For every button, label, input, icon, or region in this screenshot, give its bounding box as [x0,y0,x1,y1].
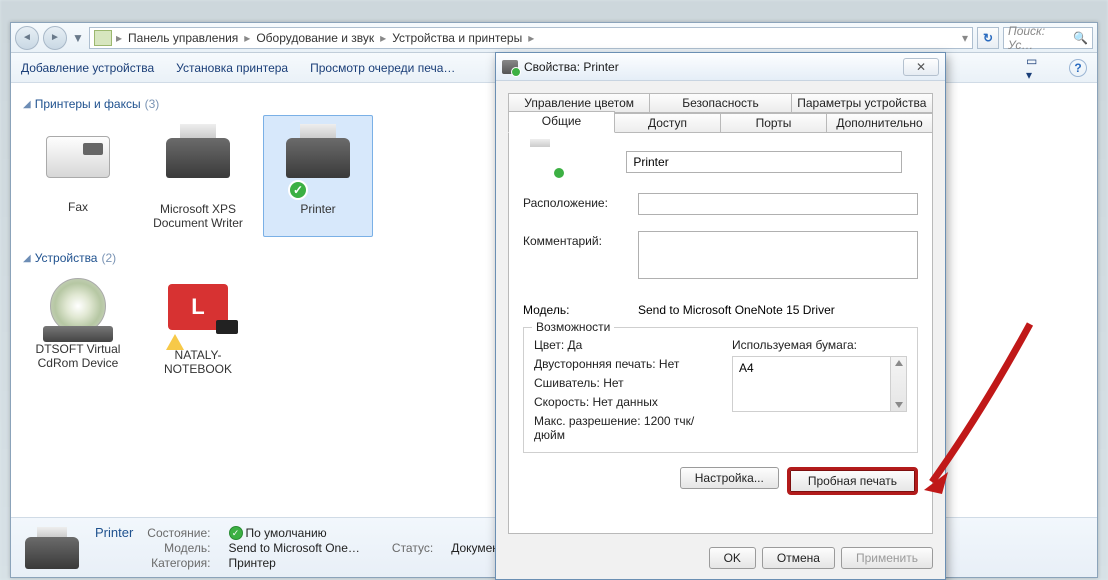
tab-color-management[interactable]: Управление цветом [508,93,650,113]
device-label: Fax [26,200,130,214]
cap-maxres: Макс. разрешение: 1200 тчк/дюйм [534,414,720,442]
paper-listbox[interactable]: A4 [732,356,907,412]
address-bar: ◄ ► ▼ ▸ Панель управления ▸ Оборудование… [11,23,1097,53]
breadcrumb-seg-hardware[interactable]: Оборудование и звук [250,31,380,45]
group-count: (2) [101,251,116,265]
printer-icon [502,60,518,74]
check-icon: ✓ [229,526,243,540]
computer-icon: L [168,284,228,330]
scrollbar[interactable] [890,357,906,411]
capabilities-group: Возможности Цвет: Да Двусторонняя печать… [523,327,918,453]
group-title: Устройства [35,251,98,265]
view-options-button[interactable]: ▭ ▾ [1025,58,1047,78]
comment-label: Комментарий: [523,231,628,248]
control-panel-icon [94,30,112,46]
close-button[interactable]: ✕ [903,58,939,76]
breadcrumb[interactable]: ▸ Панель управления ▸ Оборудование и зву… [89,27,973,49]
apply-button[interactable]: Применить [841,547,933,569]
tab-advanced[interactable]: Дополнительно [826,113,933,133]
details-printer-icon [21,525,83,571]
tab-general[interactable]: Общие [508,111,615,133]
device-label: NATALY-NOTEBOOK [146,348,250,376]
nav-history-dropdown[interactable]: ▼ [71,31,85,45]
printer-properties-dialog: Свойства: Printer ✕ Управление цветом Бе… [495,52,946,580]
paper-label: Используемая бумага: [732,338,907,352]
details-status-label: Статус: [392,541,433,555]
collapse-icon: ◢ [23,99,31,110]
group-title: Принтеры и факсы [35,97,141,111]
details-title: Printer [95,525,133,540]
default-check-icon: ✓ [288,180,308,200]
model-value: Send to Microsoft OneNote 15 Driver [638,303,835,317]
printer-icon [286,138,350,178]
comment-input[interactable] [638,231,918,279]
cap-duplex: Двусторонняя печать: Нет [534,357,720,371]
breadcrumb-dropdown-icon[interactable]: ▾ [962,31,968,45]
device-label: Printer [266,202,370,216]
refresh-button[interactable]: ↻ [977,27,999,49]
device-dtsoft[interactable]: DTSOFT Virtual CdRom Device [23,269,133,383]
chevron-right-icon: ▸ [528,31,534,45]
ok-button[interactable]: OK [709,547,756,569]
printer-name-input[interactable]: Printer [626,151,902,173]
tab-sharing[interactable]: Доступ [614,113,721,133]
tab-pane-general: Printer Расположение: Комментарий: Модел… [508,132,933,534]
tab-strip: Управление цветом Безопасность Параметры… [508,93,933,133]
details-category-label: Категория: [147,556,210,570]
details-model-label: Модель: [147,541,210,555]
details-category-value: Принтер [229,556,360,570]
search-icon: 🔍 [1073,31,1088,45]
device-printer[interactable]: ✓ Printer [263,115,373,237]
search-placeholder: Поиск: Ус… [1008,24,1073,52]
cap-color: Цвет: Да [534,338,720,352]
device-notebook[interactable]: L NATALY-NOTEBOOK [143,269,253,383]
help-icon[interactable]: ? [1069,59,1087,77]
search-input[interactable]: Поиск: Ус… 🔍 [1003,27,1093,49]
collapse-icon: ◢ [23,253,31,264]
location-input[interactable] [638,193,918,215]
cancel-button[interactable]: Отмена [762,547,835,569]
dialog-titlebar[interactable]: Свойства: Printer ✕ [496,53,945,81]
location-label: Расположение: [523,193,628,210]
printer-icon [166,138,230,178]
breadcrumb-seg-control-panel[interactable]: Панель управления [122,31,244,45]
tab-security[interactable]: Безопасность [649,93,791,113]
nav-back-button[interactable]: ◄ [15,26,39,50]
group-count: (3) [145,97,160,111]
model-label: Модель: [523,303,628,317]
printer-icon [523,147,563,177]
details-state-label: Состояние: [147,526,210,540]
device-fax[interactable]: Fax [23,115,133,237]
cmd-add-device[interactable]: Добавление устройства [21,61,154,75]
cap-stapler: Сшиватель: Нет [534,376,720,390]
paper-item: A4 [739,361,754,375]
device-xps[interactable]: Microsoft XPS Document Writer [143,115,253,237]
fax-icon [46,136,110,178]
cap-speed: Скорость: Нет данных [534,395,720,409]
tab-ports[interactable]: Порты [720,113,827,133]
details-state-value: ✓По умолчанию [229,526,360,540]
capabilities-legend: Возможности [532,320,614,334]
device-label: DTSOFT Virtual CdRom Device [26,342,130,370]
test-print-button[interactable]: Пробная печать [787,467,918,495]
cmd-add-printer[interactable]: Установка принтера [176,61,288,75]
tab-device-settings[interactable]: Параметры устройства [791,93,933,113]
cmd-view-queue[interactable]: Просмотр очереди печа… [310,61,455,75]
settings-button[interactable]: Настройка... [680,467,779,489]
dialog-title: Свойства: Printer [524,60,619,74]
device-label: Microsoft XPS Document Writer [146,202,250,230]
details-model-value: Send to Microsoft One… [229,541,360,555]
breadcrumb-seg-devices[interactable]: Устройства и принтеры [386,31,528,45]
nav-forward-button[interactable]: ► [43,26,67,50]
warning-icon [166,334,184,350]
